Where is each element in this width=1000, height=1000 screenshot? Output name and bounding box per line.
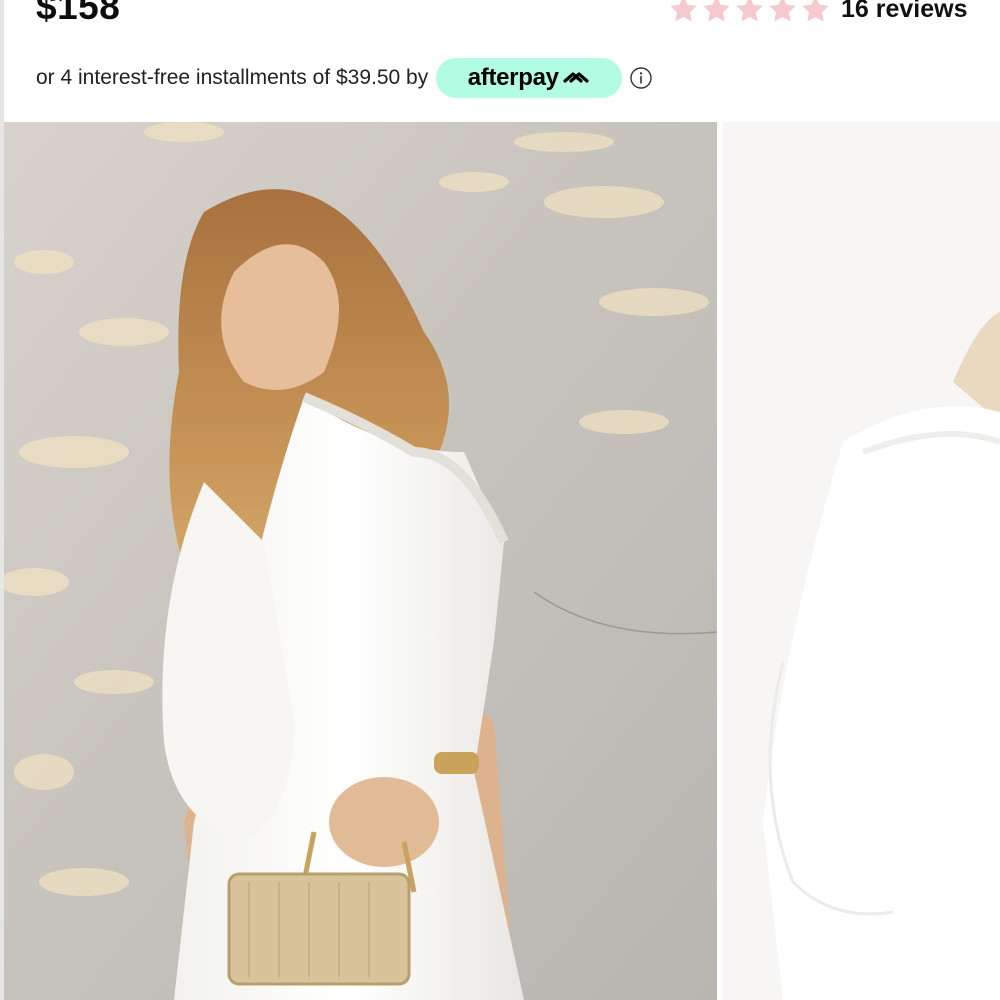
reviews-link[interactable]: 16 reviews <box>841 0 968 24</box>
star-icon <box>670 0 697 22</box>
star-icon <box>769 0 796 22</box>
product-price: $158 <box>36 0 121 27</box>
product-image-main[interactable] <box>4 122 717 1000</box>
rating-summary[interactable]: 16 reviews <box>668 0 968 25</box>
product-image-next[interactable] <box>723 122 1000 1000</box>
product-gallery[interactable] <box>4 122 1000 1000</box>
installment-text: or 4 interest-free installments of $39.5… <box>36 66 429 89</box>
star-icon <box>802 0 829 22</box>
next-photo-illustration <box>723 122 1000 1000</box>
afterpay-badge[interactable]: afterpay <box>436 58 623 98</box>
star-rating <box>668 0 831 25</box>
star-icon <box>736 0 763 22</box>
afterpay-arrows-icon <box>563 72 589 83</box>
product-photo-illustration <box>4 122 717 1000</box>
info-circle-icon[interactable] <box>630 67 652 89</box>
star-icon <box>703 0 730 22</box>
afterpay-logo-text: afterpay <box>467 64 559 91</box>
installment-info: or 4 interest-free installments of $39.5… <box>36 58 652 98</box>
